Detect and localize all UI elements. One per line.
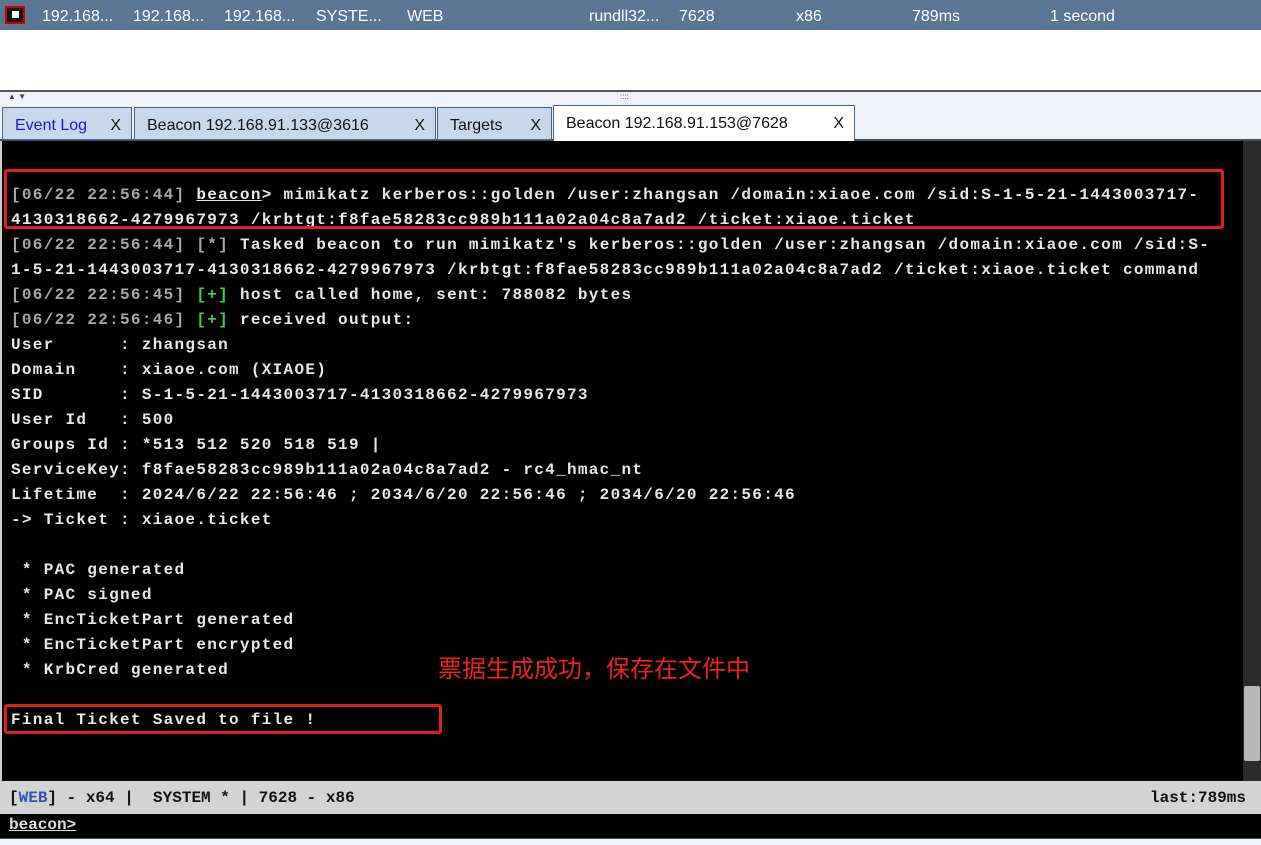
tab-beacon-3616[interactable]: Beacon 192.168.91.133@3616 X [134,107,436,140]
console-line: -> Ticket : xiaoe.ticket [11,508,1210,533]
console-text: 1-5-21-1443003717-4130318662-4279967973 … [11,261,1200,279]
beacon-computer-icon [5,6,25,24]
console-text: -> Ticket : xiaoe.ticket [11,511,273,529]
annotation-note: 票据生成成功，保存在文件中 [438,655,750,683]
console-text: Domain : xiaoe.com (XIAOE) [11,361,328,379]
tab-event-log[interactable]: Event Log X [2,107,132,140]
console-line: * PAC signed [11,583,1210,608]
cell-process: rundll32... [589,8,660,25]
console-text: [06/22 22:56:45] [11,286,197,304]
console-line: User Id : 500 [11,408,1210,433]
prompt-label: beacon> [9,816,77,834]
console-text: * PAC generated [11,561,186,579]
console-text: [06/22 22:56:46] [11,311,197,329]
console-line: [06/22 22:56:46] [+] received output: [11,308,1210,333]
close-tab-button[interactable]: X [530,117,541,135]
console-line: SID : S-1-5-21-1443003717-4130318662-427… [11,383,1210,408]
console-line: * PAC generated [11,558,1210,583]
console-text: Lifetime : 2024/6/22 22:56:46 ; 2034/6/2… [11,486,796,504]
console-text: received output: [229,311,415,329]
status-details: ] - x64 | SYSTEM * | 7628 - x86 [47,789,355,807]
session-table-area [0,30,1261,92]
console-text: User : zhangsan [11,336,230,354]
console-text: [+] [196,311,230,329]
console-text: [+] [196,286,230,304]
scrollbar-thumb[interactable] [1244,686,1260,761]
console-text: Tasked beacon to run mimikatz's kerberos… [229,236,1211,254]
console-text: SID : S-1-5-21-1443003717-4130318662-427… [11,386,589,404]
console-line: Lifetime : 2024/6/22 22:56:46 ; 2034/6/2… [11,483,1210,508]
console-text: [06/22 22:56:44] [11,236,197,254]
console-text: [*] [196,236,230,254]
cell-arch: x86 [796,8,822,25]
cell-computer: WEB [407,8,444,25]
console-line: [06/22 22:56:45] [+] host called home, s… [11,283,1210,308]
tab-bar: Event Log X Beacon 192.168.91.133@3616 X T… [0,105,1261,141]
tab-label: Targets [450,117,503,134]
close-tab-button[interactable]: X [833,115,844,133]
console-line: * EncTicketPart generated [11,608,1210,633]
close-tab-button[interactable]: X [110,117,121,135]
console-text: * PAC signed [11,586,153,604]
console-text: * EncTicketPart encrypted [11,636,295,654]
status-last: last:789ms [1149,789,1246,807]
close-tab-button[interactable]: X [414,117,425,135]
command-input[interactable]: beacon> [0,814,1261,838]
session-row[interactable]: 192.168... 192.168... 192.168... SYSTE..… [0,0,1261,30]
console-line: Domain : xiaoe.com (XIAOE) [11,358,1210,383]
highlight-command-box [4,169,1224,229]
drag-handle-icon[interactable]: :::: [620,92,629,101]
split-pane-divider[interactable]: ▲ ▼:::: [0,92,1261,106]
console-line: ServiceKey: f8fae58283cc989b111a02a04c8a… [11,458,1210,483]
console-text: host called home, sent: 788082 bytes [229,286,633,304]
bottom-border [0,838,1261,845]
tab-targets[interactable]: Targets X [437,107,552,140]
beacon-console-output[interactable]: [06/22 22:56:44] beacon> mimikatz kerber… [0,141,1261,781]
console-text: * KrbCred generated [11,661,230,679]
console-line: User : zhangsan [11,333,1210,358]
cell-listener: 192.168... [224,8,296,25]
console-line: Groups Id : *513 512 520 518 519 | [11,433,1210,458]
status-computer: WEB [18,789,48,807]
console-text: User Id : 500 [11,411,175,429]
console-text: ServiceKey: f8fae58283cc989b111a02a04c8a… [11,461,644,479]
beacon-status-bar: [WEB] - x64 | SYSTEM * | 7628 - x86 last… [0,781,1261,814]
tab-label: Event Log [15,117,88,134]
highlight-saved-box [4,704,442,734]
cell-sleep: 1 second [1050,8,1115,25]
status-bracket: [ [9,789,19,807]
console-scrollbar[interactable] [1243,141,1261,781]
collapse-arrows-icon[interactable]: ▲ ▼ [8,92,26,101]
tab-label: Beacon 192.168.91.133@3616 [147,117,369,134]
console-text: Groups Id : *513 512 520 518 519 | [11,436,382,454]
cell-last: 789ms [912,8,961,25]
console-line: 1-5-21-1443003717-4130318662-4279967973 … [11,258,1210,283]
tab-beacon-7628[interactable]: Beacon 192.168.91.153@7628 X [553,105,855,141]
cell-pid: 7628 [679,8,715,25]
console-text: * EncTicketPart generated [11,611,295,629]
cell-user: SYSTE... [316,8,382,25]
cell-internal-ip: 192.168... [133,8,205,25]
cell-external-ip: 192.168... [42,8,114,25]
tab-label: Beacon 192.168.91.153@7628 [566,115,788,132]
console-line: [06/22 22:56:44] [*] Tasked beacon to ru… [11,233,1210,258]
